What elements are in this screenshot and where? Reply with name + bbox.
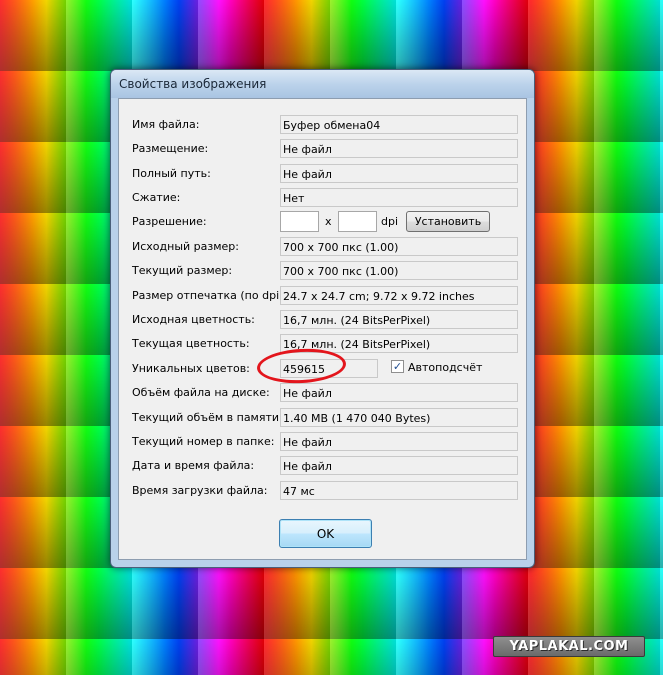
field-label: Время загрузки файла: xyxy=(132,484,268,497)
field-value: 1.40 MB (1 470 040 Bytes) xyxy=(280,408,518,427)
field-label: Сжатие: xyxy=(132,191,181,204)
field-value: Нет xyxy=(280,188,518,207)
field-row-current-size: Текущий размер: 700 x 700 пкс (1.00) xyxy=(119,260,526,284)
field-row-memory-size: Текущий объём в памяти: 1.40 MB (1 470 0… xyxy=(119,407,526,431)
field-label: Исходный размер: xyxy=(132,240,239,253)
ok-button[interactable]: OK xyxy=(279,519,372,548)
field-value: Не файл xyxy=(280,456,518,475)
resolution-unit: dpi xyxy=(381,215,399,228)
dialog-content: Имя файла: Буфер обмена04 Размещение: Не… xyxy=(118,98,527,560)
field-value: Не файл xyxy=(280,164,518,183)
field-value: 700 x 700 пкс (1.00) xyxy=(280,237,518,256)
resolution-y-input[interactable] xyxy=(338,211,377,232)
field-row-resolution: Разрешение: x dpi Установить xyxy=(119,211,526,235)
field-row-location: Размещение: Не файл xyxy=(119,138,526,162)
field-value: Буфер обмена04 xyxy=(280,115,518,134)
auto-count-label[interactable]: Автоподсчёт xyxy=(408,361,482,374)
resolution-separator: x xyxy=(325,215,332,228)
field-value: Не файл xyxy=(280,139,518,158)
set-resolution-button[interactable]: Установить xyxy=(406,211,490,232)
field-row-folder-index: Текущий номер в папке: Не файл xyxy=(119,431,526,455)
field-value: 24.7 x 24.7 cm; 9.72 x 9.72 inches xyxy=(280,286,518,305)
field-label: Размещение: xyxy=(132,142,209,155)
field-value: 47 мс xyxy=(280,481,518,500)
field-row-file-name: Имя файла: Буфер обмена04 xyxy=(119,114,526,138)
field-label: Текущий размер: xyxy=(132,264,233,277)
resolution-x-input[interactable] xyxy=(280,211,319,232)
field-label: Разрешение: xyxy=(132,215,207,228)
field-value: Не файл xyxy=(280,383,518,402)
field-label: Текущая цветность: xyxy=(132,337,250,350)
image-properties-dialog: Свойства изображения Имя файла: Буфер об… xyxy=(110,69,535,568)
auto-count-checkbox[interactable]: ✓ xyxy=(391,360,404,373)
field-row-print-size: Размер отпечатка (по dpi): 24.7 x 24.7 c… xyxy=(119,285,526,309)
window-title: Свойства изображения xyxy=(119,77,267,91)
field-label: Текущий объём в памяти: xyxy=(132,411,283,424)
field-row-original-size: Исходный размер: 700 x 700 пкс (1.00) xyxy=(119,236,526,260)
field-row-original-color-depth: Исходная цветность: 16,7 млн. (24 BitsPe… xyxy=(119,309,526,333)
field-row-file-size-on-disk: Объём файла на диске: Не файл xyxy=(119,382,526,406)
title-bar[interactable]: Свойства изображения xyxy=(111,70,534,98)
field-row-full-path: Полный путь: Не файл xyxy=(119,163,526,187)
field-value: 16,7 млн. (24 BitsPerPixel) xyxy=(280,310,518,329)
field-value: 700 x 700 пкс (1.00) xyxy=(280,261,518,280)
field-label: Текущий номер в папке: xyxy=(132,435,275,448)
field-row-load-time: Время загрузки файла: 47 мс xyxy=(119,480,526,504)
field-label: Объём файла на диске: xyxy=(132,386,270,399)
field-label: Исходная цветность: xyxy=(132,313,255,326)
field-label: Дата и время файла: xyxy=(132,459,255,472)
field-label: Размер отпечатка (по dpi): xyxy=(132,289,288,302)
watermark: YAPLAKAL.COM xyxy=(493,636,645,657)
field-row-file-date-time: Дата и время файла: Не файл xyxy=(119,455,526,479)
field-label: Уникальных цветов: xyxy=(132,362,250,375)
field-label: Полный путь: xyxy=(132,167,211,180)
field-value: Не файл xyxy=(280,432,518,451)
field-row-compression: Сжатие: Нет xyxy=(119,187,526,211)
field-label: Имя файла: xyxy=(132,118,200,131)
